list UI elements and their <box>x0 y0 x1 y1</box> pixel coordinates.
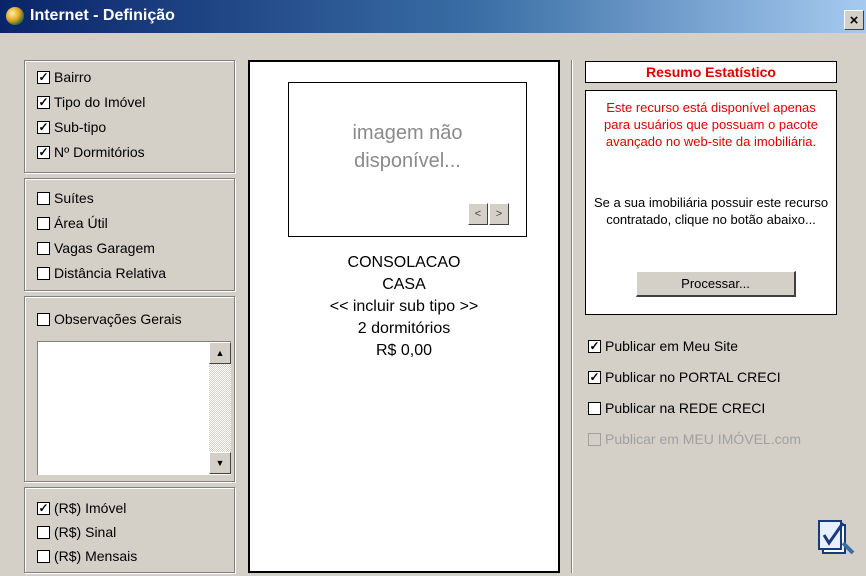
checkbox-preco-mensais[interactable]: (R$) Mensais <box>37 548 137 564</box>
checkbox-box[interactable] <box>37 312 50 326</box>
scroll-down-button[interactable]: ▼ <box>209 452 231 474</box>
checkmark-document-icon[interactable] <box>817 519 857 557</box>
checkbox-box[interactable] <box>37 266 50 280</box>
panel-divider <box>571 60 573 573</box>
checkbox-label: Observações Gerais <box>54 311 182 327</box>
checkbox-box[interactable] <box>588 401 601 415</box>
stats-instruction: Se a sua imobiliária possuir este recurs… <box>593 195 829 227</box>
observations-textarea[interactable]: ▲ ▼ <box>37 341 231 475</box>
publish-meu-site[interactable]: Publicar em Meu Site <box>588 338 738 354</box>
stats-info-box: Este recurso está disponível apenas para… <box>585 90 837 315</box>
checkbox-box[interactable] <box>37 241 50 255</box>
publish-label: Publicar em Meu Site <box>605 338 739 354</box>
checkbox-box[interactable] <box>37 501 50 515</box>
checkbox-sub-tipo[interactable]: Sub-tipo <box>37 119 106 135</box>
checkbox-box[interactable] <box>37 70 50 84</box>
checkbox-box[interactable] <box>37 120 50 134</box>
image-placeholder-text: imagem não disponível... <box>289 119 526 175</box>
checkbox-label: Sub-tipo <box>54 119 107 135</box>
publish-rede-creci[interactable]: Publicar na REDE CRECI <box>588 400 765 416</box>
globe-icon <box>6 7 24 25</box>
publish-portal-creci[interactable]: Publicar no PORTAL CRECI <box>588 369 781 385</box>
listing-neighborhood: CONSOLACAO <box>347 254 461 271</box>
checkbox-preco-imovel[interactable]: (R$) Imóvel <box>37 500 126 516</box>
checkbox-box[interactable] <box>37 525 50 539</box>
observations-scrollbar[interactable]: ▲ ▼ <box>209 342 231 474</box>
checkbox-label: Suítes <box>54 190 94 206</box>
checkbox-box[interactable] <box>37 145 50 159</box>
checkbox-observacoes[interactable]: Observações Gerais <box>37 311 182 327</box>
listing-details: CONSOLACAO CASA << incluir sub tipo >> 2… <box>250 252 558 362</box>
image-placeholder-line: imagem não <box>352 122 463 144</box>
publish-label: Publicar em MEU IMÓVEL.com <box>605 431 802 447</box>
checkbox-vagas-garagem[interactable]: Vagas Garagem <box>37 240 155 256</box>
checkbox-label: Nº Dormitórios <box>54 144 145 160</box>
checkbox-bairro[interactable]: Bairro <box>37 69 91 85</box>
checkbox-suites[interactable]: Suítes <box>37 190 94 206</box>
checkbox-dormitorios[interactable]: Nº Dormitórios <box>37 144 145 160</box>
price-group: (R$) Imóvel (R$) Sinal (R$) Mensais <box>24 487 235 573</box>
process-button[interactable]: Processar... <box>636 271 796 297</box>
checkbox-preco-sinal[interactable]: (R$) Sinal <box>37 524 116 540</box>
window-title: Internet - Definição <box>30 7 175 24</box>
publish-label: Publicar no PORTAL CRECI <box>605 369 781 385</box>
title-bar: Internet - Definição × <box>0 0 866 33</box>
checkbox-box[interactable] <box>588 370 601 384</box>
checkbox-label: Área Útil <box>54 215 108 231</box>
publish-label: Publicar na REDE CRECI <box>605 400 766 416</box>
previous-image-button[interactable]: < <box>468 203 488 225</box>
checkbox-box[interactable] <box>37 216 50 230</box>
checkbox-label: (R$) Sinal <box>54 524 117 540</box>
property-image: imagem não disponível... < > <box>288 82 527 237</box>
listing-bedrooms: 2 dormitórios <box>357 320 451 337</box>
observations-group: Observações Gerais ▲ ▼ <box>24 296 235 482</box>
publish-meu-imovel: Publicar em MEU IMÓVEL.com <box>588 431 801 447</box>
close-button[interactable]: × <box>844 10 864 30</box>
next-image-button[interactable]: > <box>489 203 509 225</box>
listing-subtype: << incluir sub tipo >> <box>329 298 479 315</box>
checkbox-box[interactable] <box>588 339 601 353</box>
listing-preview: imagem não disponível... < > CONSOLACAO … <box>248 60 560 573</box>
checkbox-label: Vagas Garagem <box>54 240 155 256</box>
checkbox-box[interactable] <box>37 191 50 205</box>
checkbox-area-util[interactable]: Área Útil <box>37 215 108 231</box>
image-placeholder-line: disponível... <box>354 150 461 172</box>
checkbox-label: Distância Relativa <box>54 265 167 281</box>
checkbox-label: Bairro <box>54 69 92 85</box>
checkbox-box <box>588 432 601 446</box>
checkbox-tipo-imovel[interactable]: Tipo do Imóvel <box>37 94 145 110</box>
checkbox-box[interactable] <box>37 549 50 563</box>
listing-type: CASA <box>382 276 426 293</box>
checkbox-label: (R$) Mensais <box>54 548 138 564</box>
fields-group-basic: Bairro Tipo do Imóvel Sub-tipo Nº Dormit… <box>24 60 235 173</box>
stats-title: Resumo Estatístico <box>585 61 837 83</box>
checkbox-label: Tipo do Imóvel <box>54 94 146 110</box>
stats-notice: Este recurso está disponível apenas para… <box>604 100 818 149</box>
checkbox-box[interactable] <box>37 95 50 109</box>
checkbox-label: (R$) Imóvel <box>54 500 127 516</box>
checkbox-distancia-relativa[interactable]: Distância Relativa <box>37 265 166 281</box>
fields-group-extra: Suítes Área Útil Vagas Garagem Distância… <box>24 178 235 291</box>
scroll-up-button[interactable]: ▲ <box>209 342 231 364</box>
listing-price: R$ 0,00 <box>375 342 433 359</box>
